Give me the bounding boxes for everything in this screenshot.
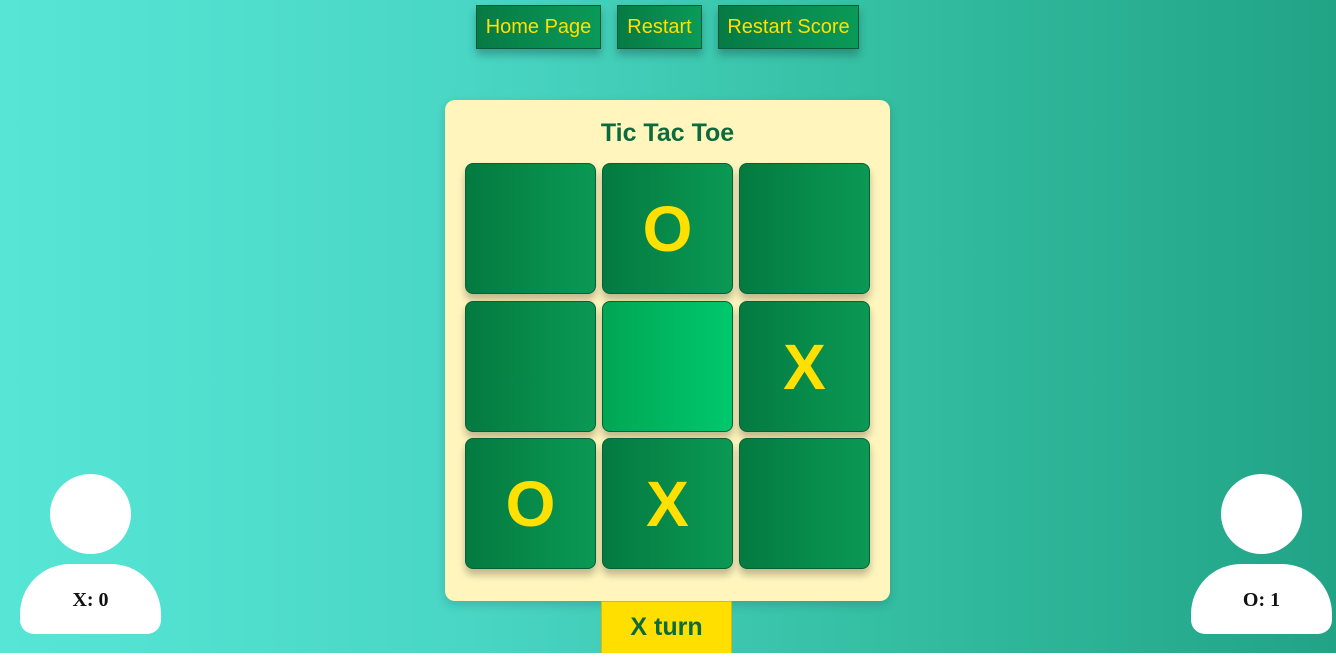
player-o-score: O: 1 — [1242, 588, 1281, 611]
board-cell-8[interactable]: X — [602, 438, 733, 569]
turn-indicator: X turn — [601, 601, 732, 654]
board-cell-9[interactable] — [739, 438, 870, 569]
player-x-card: X: 0 — [20, 474, 161, 634]
player-o-card: O: 1 — [1191, 474, 1332, 634]
game-board-card: Tic Tac Toe O X O X — [445, 100, 890, 601]
board-cell-7[interactable]: O — [465, 438, 596, 569]
board-cell-5[interactable] — [602, 301, 733, 432]
bottom-divider — [0, 653, 1336, 657]
board-cell-6[interactable]: X — [739, 301, 870, 432]
user-avatar-icon — [50, 474, 131, 554]
player-x-avatar-body: X: 0 — [20, 564, 161, 634]
home-page-button[interactable]: Home Page — [476, 5, 601, 49]
board-cell-4[interactable] — [465, 301, 596, 432]
user-avatar-icon — [1221, 474, 1302, 554]
player-x-score: X: 0 — [72, 588, 109, 611]
game-title: Tic Tac Toe — [600, 119, 735, 147]
board-cell-1[interactable] — [465, 163, 596, 294]
game-grid: O X O X — [465, 163, 870, 569]
board-cell-2[interactable]: O — [602, 163, 733, 294]
board-cell-3[interactable] — [739, 163, 870, 294]
restart-score-button[interactable]: Restart Score — [718, 5, 859, 49]
player-o-avatar-body: O: 1 — [1191, 564, 1332, 634]
restart-button[interactable]: Restart — [617, 5, 702, 49]
